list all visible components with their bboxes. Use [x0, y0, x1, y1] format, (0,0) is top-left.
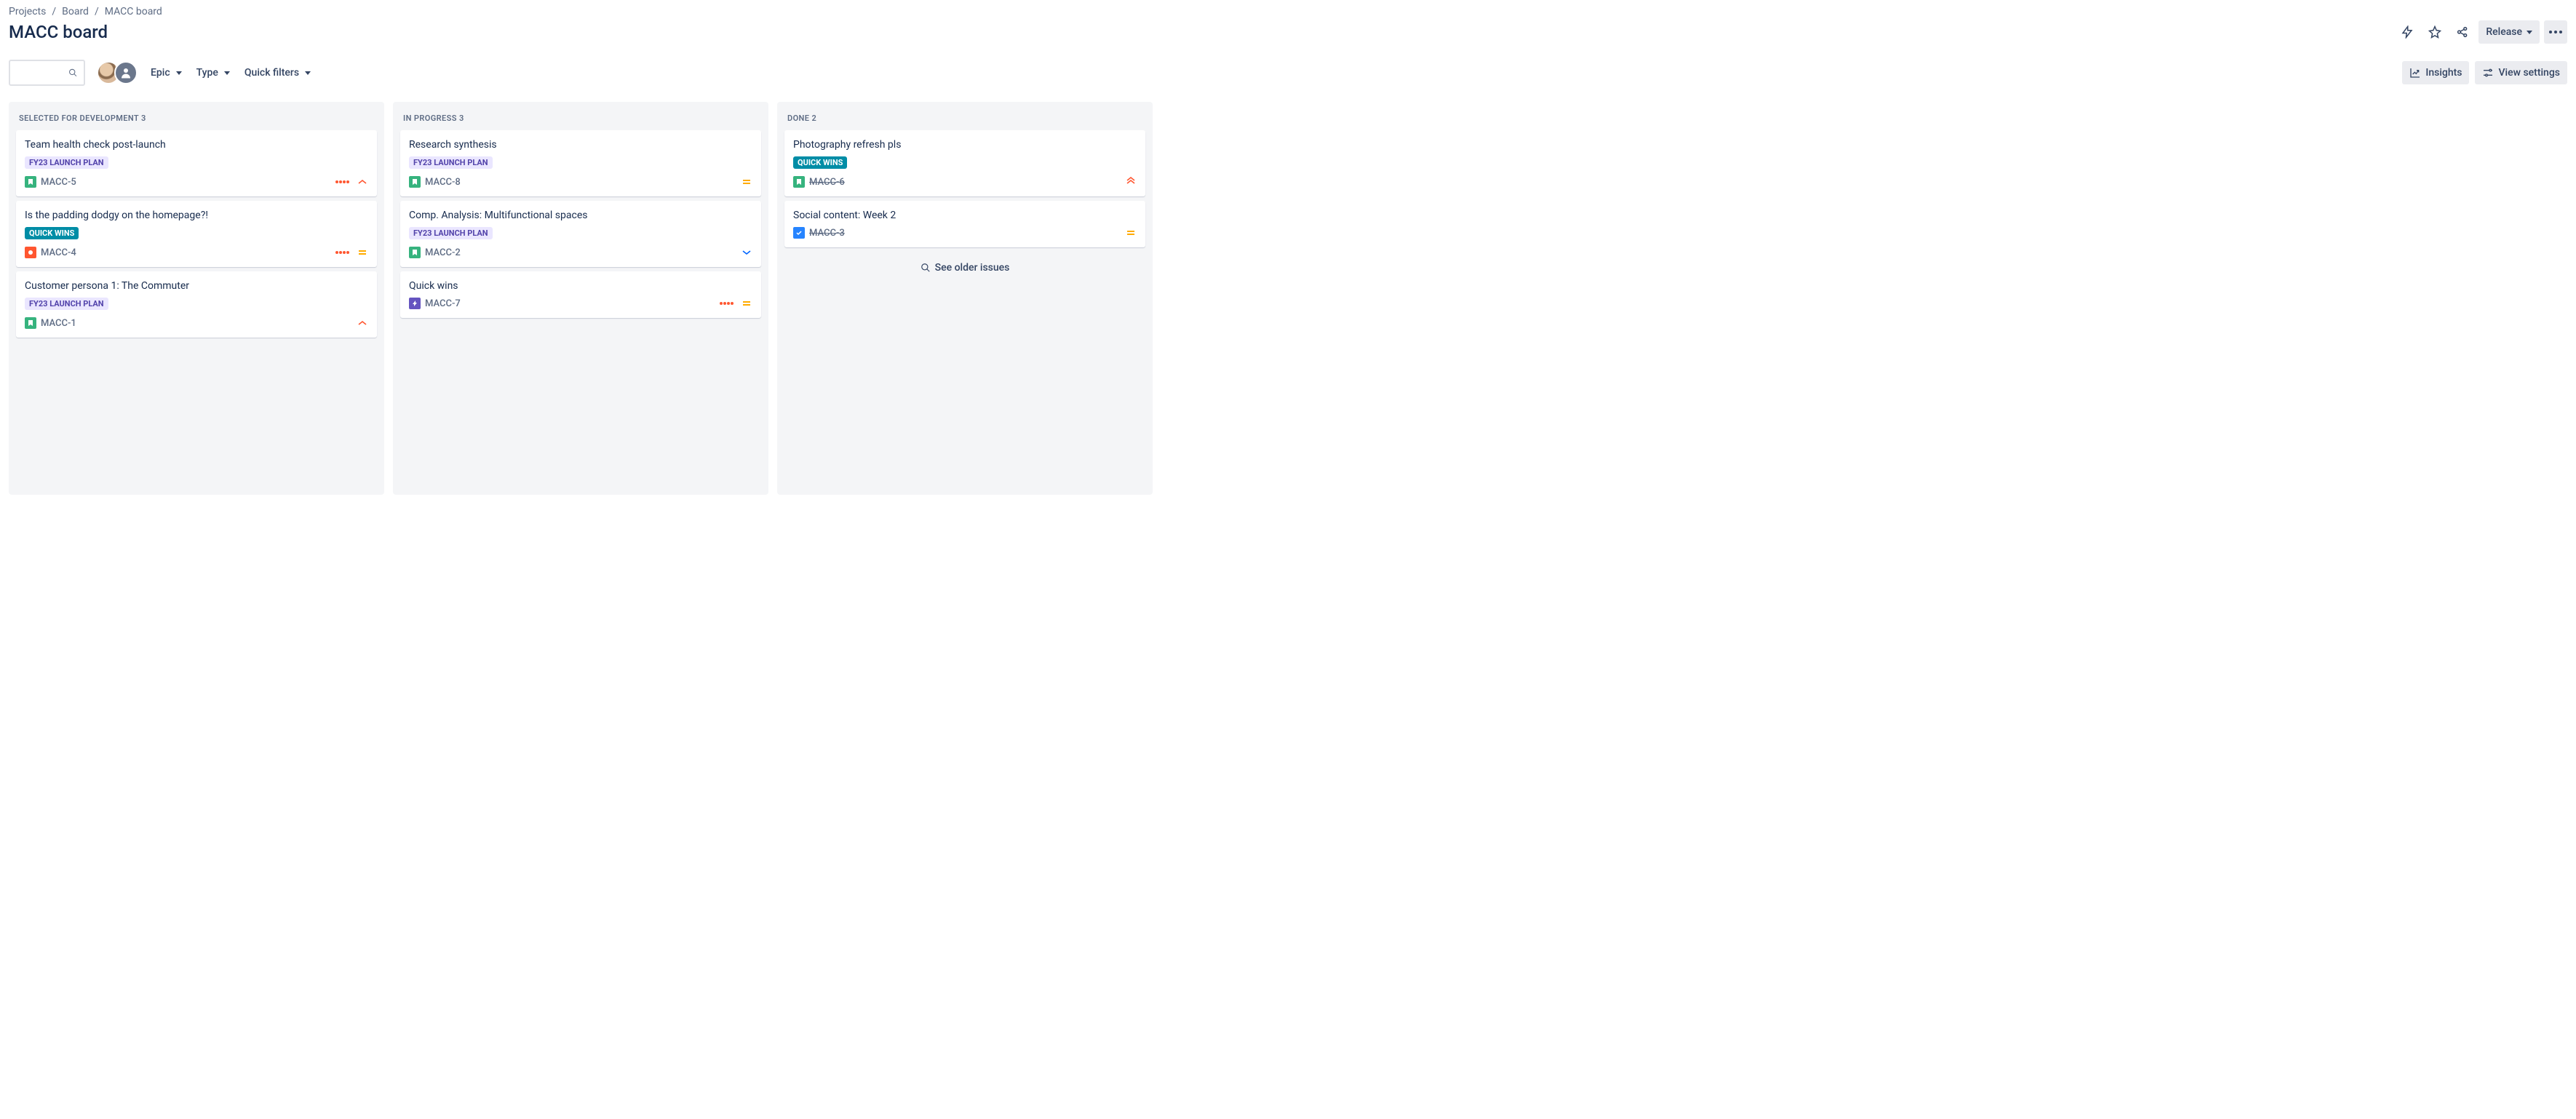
view-settings-button[interactable]: View settings [2475, 61, 2567, 84]
breadcrumb-current[interactable]: MACC board [105, 6, 162, 17]
issue-card[interactable]: Social content: Week 2 MACC-3 [784, 201, 1145, 247]
bug-icon [25, 247, 36, 258]
insights-button[interactable]: Insights [2402, 61, 2469, 84]
story-icon [409, 176, 421, 188]
issue-card[interactable]: Quick wins MACC-7 [400, 271, 761, 318]
bolt-icon [2401, 25, 2414, 39]
search-icon [68, 67, 78, 79]
priority-medium-icon [741, 298, 752, 309]
epic-label[interactable]: FY23 LAUNCH PLAN [25, 298, 108, 310]
epic-label[interactable]: FY23 LAUNCH PLAN [25, 156, 108, 169]
priority-high-icon [357, 176, 368, 188]
breadcrumb-sep: / [52, 6, 56, 17]
priority-medium-icon [741, 176, 752, 188]
assignee-avatars [97, 61, 138, 84]
issue-key[interactable]: MACC-7 [425, 298, 461, 309]
storypoints-dots [335, 180, 349, 183]
chevron-down-icon [305, 71, 311, 75]
board-column: Selected for Development 3Team health ch… [9, 102, 384, 495]
issue-key[interactable]: MACC-5 [41, 177, 76, 188]
issue-key[interactable]: MACC-2 [425, 247, 461, 258]
kanban-board: Selected for Development 3Team health ch… [9, 102, 2567, 495]
priority-medium-icon [1125, 227, 1137, 239]
issue-card[interactable]: Research synthesis FY23 LAUNCH PLAN MACC-8 [400, 130, 761, 196]
star-button[interactable] [2423, 20, 2446, 44]
story-icon [409, 247, 421, 258]
release-label: Release [2486, 26, 2522, 38]
quick-filters[interactable]: Quick filters [243, 63, 312, 83]
issue-card[interactable]: Customer persona 1: The Commuter FY23 LAU… [16, 271, 377, 338]
chevron-down-icon [2527, 31, 2532, 34]
card-title: Customer persona 1: The Commuter [25, 280, 368, 292]
priority-high-icon [357, 317, 368, 329]
issue-key[interactable]: MACC-4 [41, 247, 76, 258]
chevron-down-icon [224, 71, 230, 75]
release-button[interactable]: Release [2478, 20, 2540, 44]
issue-card[interactable]: Photography refresh pls QUICK WINS MACC-6 [784, 130, 1145, 196]
column-header[interactable]: Selected for Development 3 [13, 109, 380, 130]
card-title: Quick wins [409, 280, 752, 292]
share-button[interactable] [2451, 20, 2474, 44]
breadcrumb-projects[interactable]: Projects [9, 6, 46, 17]
page-title: MACC board [9, 22, 108, 42]
epic-filter-label: Epic [151, 67, 170, 79]
quick-filters-label: Quick filters [245, 67, 299, 79]
column-header[interactable]: Done 2 [782, 109, 1148, 130]
avatar-unassigned[interactable] [114, 61, 138, 84]
search-box[interactable] [9, 60, 85, 86]
story-icon [25, 317, 36, 329]
issue-key[interactable]: MACC-8 [425, 177, 461, 188]
card-title: Team health check post-launch [25, 139, 368, 151]
sliders-icon [2482, 67, 2494, 79]
issue-key[interactable]: MACC-3 [809, 228, 845, 239]
card-title: Photography refresh pls [793, 139, 1137, 151]
card-title: Social content: Week 2 [793, 210, 1137, 221]
storypoints-dots [335, 251, 349, 254]
card-title: Research synthesis [409, 139, 752, 151]
breadcrumb-sep: / [95, 6, 99, 17]
breadcrumb-board[interactable]: Board [62, 6, 89, 17]
issue-card[interactable]: Is the padding dodgy on the homepage?! QU… [16, 201, 377, 267]
see-older-label: See older issues [935, 262, 1010, 274]
type-filter[interactable]: Type [195, 63, 231, 83]
automation-button[interactable] [2396, 20, 2419, 44]
insights-label: Insights [2425, 67, 2462, 79]
priority-highest-icon [1125, 176, 1137, 188]
board-column: Done 2 Photography refresh pls QUICK WINS M… [777, 102, 1153, 495]
card-title: Comp. Analysis: Multifunctional spaces [409, 210, 752, 221]
epic-label[interactable]: FY23 LAUNCH PLAN [409, 156, 493, 169]
storypoints-dots [720, 302, 734, 305]
epic-label[interactable]: QUICK WINS [793, 156, 847, 169]
story-icon [793, 176, 805, 188]
epic-filter[interactable]: Epic [149, 63, 183, 83]
epic-label[interactable]: QUICK WINS [25, 227, 79, 239]
search-input[interactable] [16, 67, 64, 79]
chart-icon [2409, 67, 2421, 79]
issue-card[interactable]: Team health check post-launch FY23 LAUNCH… [16, 130, 377, 196]
issue-key[interactable]: MACC-1 [41, 318, 76, 329]
chevron-down-icon [176, 71, 182, 75]
search-icon [921, 263, 931, 273]
story-icon [25, 176, 36, 188]
share-icon [2456, 25, 2469, 39]
priority-low-icon [741, 247, 752, 258]
column-header[interactable]: In Progress 3 [397, 109, 764, 130]
epic-icon [409, 298, 421, 309]
more-icon [2549, 31, 2562, 33]
view-settings-label: View settings [2498, 67, 2560, 79]
epic-label[interactable]: FY23 LAUNCH PLAN [409, 227, 493, 239]
star-icon [2428, 25, 2441, 39]
priority-medium-icon [357, 247, 368, 258]
task-icon [793, 227, 805, 239]
type-filter-label: Type [196, 67, 218, 79]
issue-card[interactable]: Comp. Analysis: Multifunctional spaces FY… [400, 201, 761, 267]
breadcrumb: Projects / Board / MACC board [9, 6, 2567, 17]
see-older-issues[interactable]: See older issues [782, 252, 1148, 274]
more-button[interactable] [2544, 20, 2567, 44]
board-column: In Progress 3 Research synthesis FY23 LAUN… [393, 102, 768, 495]
issue-key[interactable]: MACC-6 [809, 177, 845, 188]
card-title: Is the padding dodgy on the homepage?! [25, 210, 368, 221]
